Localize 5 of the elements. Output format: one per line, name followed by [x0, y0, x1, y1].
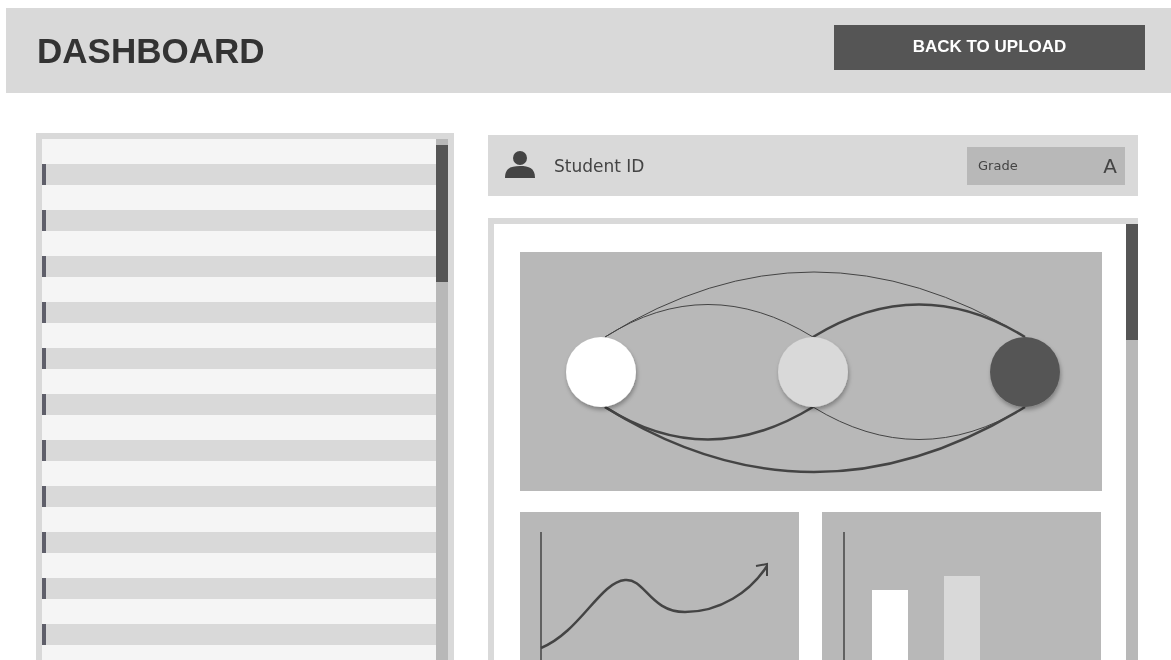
student-id-label: Student ID: [554, 155, 646, 176]
back-to-upload-button[interactable]: BACK TO UPLOAD: [834, 24, 1145, 70]
grade-label: Grade: [978, 158, 1018, 173]
grade-value: A: [1103, 153, 1117, 178]
dashboard-title: DASHBOARD: [37, 30, 265, 71]
